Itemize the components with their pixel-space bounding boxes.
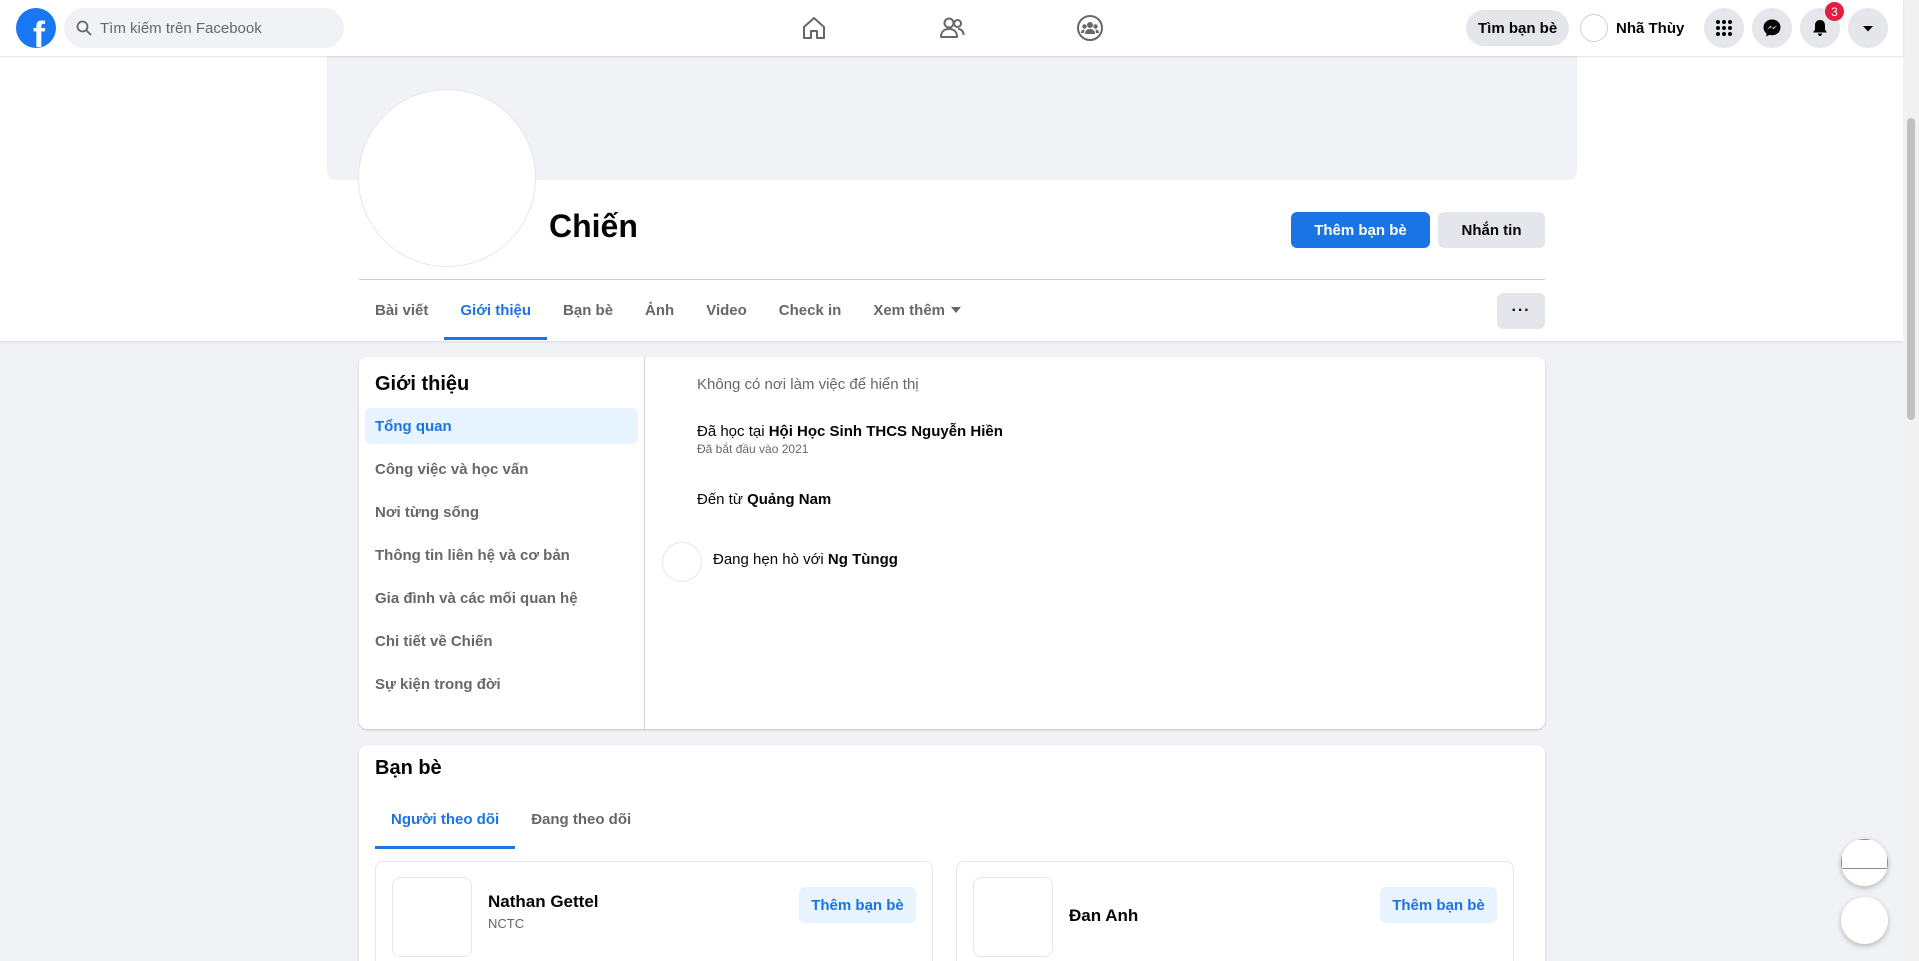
bell-icon (1813, 20, 1827, 36)
profile-header: Chiến Thêm bạn bè Nhắn tin Bài viết Giới… (0, 56, 1903, 341)
messenger-button[interactable] (1752, 8, 1792, 48)
about-section-contact-info[interactable]: Thông tin liên hệ và cơ bản (365, 537, 638, 573)
find-friends-button[interactable]: Tìm bạn bè (1466, 10, 1570, 46)
notification-badge: 3 (1825, 2, 1844, 21)
scrollbar-thumb[interactable] (1907, 118, 1915, 420)
about-section-life-events[interactable]: Sự kiện trong đời (365, 666, 638, 702)
hometown-line: Đến từ Quảng Nam (697, 491, 831, 508)
top-navigation-bar: f Tìm bạn bè Nhã Thùy 3 (0, 0, 1903, 56)
tab-posts[interactable]: Bài viết (359, 280, 444, 340)
partner-link[interactable]: Ng Tùngg (828, 551, 898, 568)
account-caret-icon (1863, 26, 1873, 32)
tab-about[interactable]: Giới thiệu (444, 280, 547, 340)
about-title: Giới thiệu (375, 373, 470, 395)
education-prefix: Đã học tại (697, 423, 765, 440)
profile-picture[interactable] (359, 90, 535, 266)
hometown-prefix: Đến từ (697, 491, 743, 508)
tab-following[interactable]: Đang theo dõi (515, 789, 647, 849)
search-icon (76, 20, 92, 36)
list-item: Đan Anh Thêm bạn bè (956, 861, 1514, 961)
add-friend-button[interactable]: Thêm bạn bè (1291, 212, 1430, 248)
notifications-button[interactable]: 3 (1800, 2, 1844, 48)
page-scrollbar[interactable] (1903, 0, 1919, 961)
school-link[interactable]: Hội Học Sinh THCS Nguyễn Hiền (769, 423, 1003, 440)
tab-more[interactable]: Xem thêm (857, 280, 977, 340)
hometown-link[interactable]: Quảng Nam (747, 491, 831, 508)
friend-name[interactable]: Nathan Gettel (488, 892, 599, 912)
more-options-button[interactable]: ··· (1497, 293, 1545, 329)
add-friend-button[interactable]: Thêm bạn bè (1380, 887, 1497, 923)
broken-image-icon (1841, 839, 1888, 869)
profile-name: Chiến (549, 208, 638, 244)
nav-groups[interactable] (1034, 0, 1146, 56)
new-message-button[interactable] (1841, 897, 1888, 944)
groups-icon (1077, 15, 1103, 41)
list-item: Nathan Gettel NCTC Thêm bạn bè (375, 861, 933, 961)
add-friend-button[interactable]: Thêm bạn bè (799, 887, 916, 923)
about-card: Giới thiệu Tổng quan Công việc và học vấ… (359, 357, 1545, 729)
about-section-family-relationships[interactable]: Gia đình và các mối quan hệ (365, 580, 638, 616)
message-button[interactable]: Nhắn tin (1438, 212, 1545, 248)
work-empty-text: Không có nơi làm việc để hiển thị (697, 376, 919, 393)
tab-photos[interactable]: Ảnh (629, 280, 690, 340)
friends-title[interactable]: Bạn bè (375, 757, 442, 780)
chevron-down-icon (951, 307, 962, 313)
school-start-date: Đã bắt đầu vào 2021 (697, 442, 809, 456)
friends-card: Bạn bè Người theo dõi Đang theo dõi Nath… (359, 745, 1545, 961)
current-user-profile-link[interactable]: Nhã Thùy (1580, 10, 1684, 46)
tab-check-ins[interactable]: Check in (763, 280, 858, 340)
profile-tabs: Bài viết Giới thiệu Bạn bè Ảnh Video Che… (359, 280, 977, 340)
search-input[interactable] (100, 19, 320, 37)
nav-home[interactable] (758, 0, 870, 56)
home-icon (803, 17, 825, 39)
friend-name[interactable]: Đan Anh (1069, 906, 1138, 926)
menu-button[interactable] (1704, 8, 1744, 48)
tab-videos[interactable]: Video (690, 280, 763, 340)
chat-head-image[interactable] (1841, 839, 1888, 886)
about-section-details[interactable]: Chi tiết về Chiến (365, 623, 638, 659)
messenger-icon (1763, 19, 1781, 37)
relationship-line: Đang hẹn hò với Ng Tùngg (713, 551, 898, 568)
tab-followers[interactable]: Người theo dõi (375, 789, 516, 849)
friend-subtitle: NCTC (488, 916, 525, 931)
current-user-name: Nhã Thùy (1616, 19, 1685, 37)
friends-icon (940, 17, 965, 38)
account-menu-button[interactable] (1848, 8, 1888, 48)
tab-friends[interactable]: Bạn bè (547, 280, 629, 340)
facebook-logo-icon[interactable]: f (16, 8, 56, 48)
nav-friends[interactable] (896, 0, 1008, 56)
education-line: Đã học tại Hội Học Sinh THCS Nguyễn Hiền (697, 423, 1003, 440)
relationship-prefix: Đang hẹn hò với (713, 551, 824, 568)
about-overview: Không có nơi làm việc để hiển thị Đã học… (646, 357, 1545, 729)
about-section-places-lived[interactable]: Nơi từng sống (365, 494, 638, 530)
about-sidebar: Giới thiệu Tổng quan Công việc và học vấ… (359, 357, 645, 729)
friend-avatar[interactable] (973, 877, 1053, 957)
friend-avatar[interactable] (392, 877, 472, 957)
avatar (1580, 14, 1608, 42)
search-box[interactable] (64, 8, 344, 48)
about-section-overview[interactable]: Tổng quan (365, 408, 638, 444)
partner-avatar[interactable] (662, 542, 702, 582)
menu-grid-icon (1716, 20, 1732, 36)
about-section-work-education[interactable]: Công việc và học vấn (365, 451, 638, 487)
friends-tabs: Người theo dõi Đang theo dõi (375, 789, 647, 849)
